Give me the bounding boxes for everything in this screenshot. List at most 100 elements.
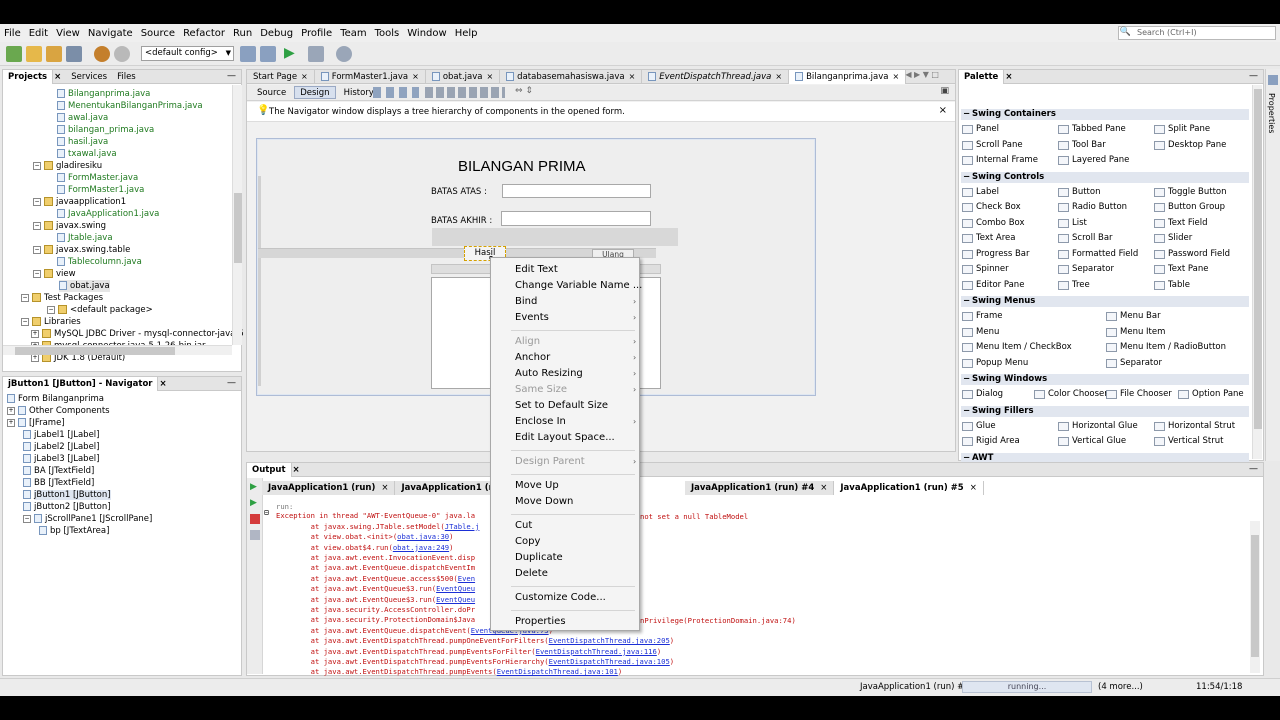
palette-item-scroll-bar[interactable]: Scroll Bar: [1058, 232, 1113, 244]
menu-file[interactable]: File: [0, 28, 25, 39]
tree-item[interactable]: − javaapplication1: [33, 196, 126, 208]
palette-item-text-field[interactable]: Text Field: [1154, 217, 1208, 229]
undo-icon[interactable]: [94, 46, 110, 62]
output-run-tab[interactable]: JavaApplication1 (run) #4 ×: [684, 481, 835, 495]
palette-section-swing-windows[interactable]: Swing Windows: [961, 374, 1249, 385]
status-task[interactable]: JavaApplication1 (run) #5: [860, 682, 970, 692]
palette-item-option-pane[interactable]: Option Pane: [1178, 388, 1244, 400]
menu-tools[interactable]: Tools: [371, 28, 404, 39]
navigator-item[interactable]: jButton2 [JButton]: [23, 501, 111, 513]
palette-item-toggle-button[interactable]: Toggle Button: [1154, 186, 1227, 198]
output-run-tab[interactable]: JavaApplication1 (run) #5 ×: [834, 481, 984, 495]
menu-refactor[interactable]: Refactor: [179, 28, 229, 39]
expand-toggle-icon[interactable]: −: [33, 245, 41, 254]
menu-item-delete[interactable]: Delete: [515, 567, 548, 581]
palette-item-combo-box[interactable]: Combo Box: [962, 217, 1025, 229]
build-icon[interactable]: [240, 46, 256, 62]
tree-item[interactable]: − javax.swing.table: [33, 244, 130, 256]
stack-trace-link[interactable]: obat.java:249: [393, 543, 449, 552]
close-icon[interactable]: ×: [775, 72, 782, 81]
palette-item-panel[interactable]: Panel: [962, 123, 999, 135]
expand-toggle-icon[interactable]: −: [33, 269, 41, 278]
close-icon[interactable]: ×: [381, 483, 388, 493]
tree-item[interactable]: − javax.swing: [33, 220, 106, 232]
menu-item-anchor[interactable]: Anchor ›: [515, 351, 636, 365]
stop-icon[interactable]: [250, 514, 260, 524]
stack-trace-link[interactable]: EventQueu: [436, 595, 475, 604]
run-icon[interactable]: ▶: [284, 45, 295, 61]
editor-tab[interactable]: Bilanganprima.java ×: [789, 70, 907, 84]
tree-item[interactable]: hasil.java: [57, 136, 108, 148]
palette-item-horizontal-strut[interactable]: Horizontal Strut: [1154, 420, 1235, 432]
output-title[interactable]: Output: [247, 462, 292, 477]
projects-hscrollbar[interactable]: [3, 345, 232, 355]
palette-item-radio-button[interactable]: Radio Button: [1058, 201, 1127, 213]
palette-item-separator[interactable]: Separator: [1106, 357, 1162, 369]
menu-profile[interactable]: Profile: [297, 28, 336, 39]
palette-item-password-field[interactable]: Password Field: [1154, 248, 1230, 260]
navigator-item[interactable]: BB [JTextField]: [23, 477, 94, 489]
search-input[interactable]: Search (Ctrl+I): [1118, 26, 1276, 40]
minimize-icon[interactable]: —: [227, 70, 236, 82]
view-tab-design[interactable]: Design: [294, 86, 336, 99]
menu-help[interactable]: Help: [451, 28, 482, 39]
tree-item[interactable]: − gladiresiku: [33, 160, 102, 172]
tab-nav-icons[interactable]: ◀ ▶ ▼ □: [905, 70, 939, 79]
menu-item-same-size[interactable]: Same Size ›: [515, 383, 636, 397]
palette-item-vertical-strut[interactable]: Vertical Strut: [1154, 435, 1223, 447]
palette-item-button-group[interactable]: Button Group: [1154, 201, 1225, 213]
expand-toggle-icon[interactable]: −: [33, 197, 41, 206]
clean-build-icon[interactable]: [260, 46, 276, 62]
tree-item[interactable]: Bilanganprima.java: [57, 88, 150, 100]
stack-trace-link[interactable]: obat.java:30: [397, 532, 449, 541]
close-icon[interactable]: ×: [301, 72, 308, 81]
editor-tab[interactable]: FormMaster1.java ×: [315, 70, 426, 84]
rerun-icon[interactable]: ▶: [250, 482, 257, 492]
expand-toggle-icon[interactable]: +: [7, 406, 15, 415]
navigator-item[interactable]: − jScrollPane1 [JScrollPane]: [23, 513, 152, 525]
palette-item-menu-bar[interactable]: Menu Bar: [1106, 310, 1161, 322]
palette-section-swing-menus[interactable]: Swing Menus: [961, 296, 1249, 307]
menu-window[interactable]: Window: [403, 28, 450, 39]
expand-toggle-icon[interactable]: −: [23, 514, 31, 523]
palette-item-menu[interactable]: Menu: [962, 326, 999, 338]
save-all-icon[interactable]: [66, 46, 82, 62]
stack-trace-link[interactable]: EventQueu: [436, 584, 475, 593]
palette-item-editor-pane[interactable]: Editor Pane: [962, 279, 1024, 291]
stack-trace-link[interactable]: EventDispatchThread.java:105: [549, 657, 670, 666]
tree-item[interactable]: obat.java: [59, 280, 110, 292]
palette-item-popup-menu[interactable]: Popup Menu: [962, 357, 1028, 369]
palette-item-tabbed-pane[interactable]: Tabbed Pane: [1058, 123, 1126, 135]
redo-icon[interactable]: [114, 46, 130, 62]
menu-edit[interactable]: Edit: [25, 28, 52, 39]
batas-akhir-field[interactable]: [501, 211, 651, 226]
stack-trace-link[interactable]: Even: [458, 574, 475, 583]
close-icon[interactable]: ×: [412, 72, 419, 81]
config-select[interactable]: <default config> ▼: [141, 46, 234, 61]
open-project-icon[interactable]: [46, 46, 62, 62]
palette-item-menu-item-checkbox[interactable]: Menu Item / CheckBox: [962, 341, 1072, 353]
palette-item-button[interactable]: Button: [1058, 186, 1100, 198]
palette-item-progress-bar[interactable]: Progress Bar: [962, 248, 1030, 260]
maximize-icon[interactable]: ▣: [940, 86, 949, 96]
menu-item-edit-layout-space[interactable]: Edit Layout Space...: [515, 431, 615, 445]
new-file-icon[interactable]: [26, 46, 42, 62]
tree-item[interactable]: + MySQL JDBC Driver - mysql-connector-jav…: [31, 328, 244, 340]
tree-item[interactable]: MenentukanBilanganPrima.java: [57, 100, 203, 112]
menu-navigate[interactable]: Navigate: [84, 28, 137, 39]
palette-item-desktop-pane[interactable]: Desktop Pane: [1154, 139, 1226, 151]
align-tools-icons[interactable]: [425, 87, 505, 98]
close-icon[interactable]: ×: [1000, 72, 1017, 82]
expand-toggle-icon[interactable]: −: [21, 293, 29, 302]
new-project-icon[interactable]: [6, 46, 22, 62]
tree-item[interactable]: − Libraries: [21, 316, 81, 328]
tree-item[interactable]: − <default package>: [47, 304, 153, 316]
navigator-item[interactable]: jLabel1 [JLabel]: [23, 429, 99, 441]
profile-icon[interactable]: [336, 46, 352, 62]
palette-item-list[interactable]: List: [1058, 217, 1087, 229]
minimize-icon[interactable]: —: [227, 377, 236, 389]
settings-icon[interactable]: [250, 530, 260, 540]
menu-item-set-to-default-size[interactable]: Set to Default Size: [515, 399, 608, 413]
palette-item-file-chooser[interactable]: File Chooser: [1106, 388, 1172, 400]
expand-toggle-icon[interactable]: +: [7, 418, 15, 427]
